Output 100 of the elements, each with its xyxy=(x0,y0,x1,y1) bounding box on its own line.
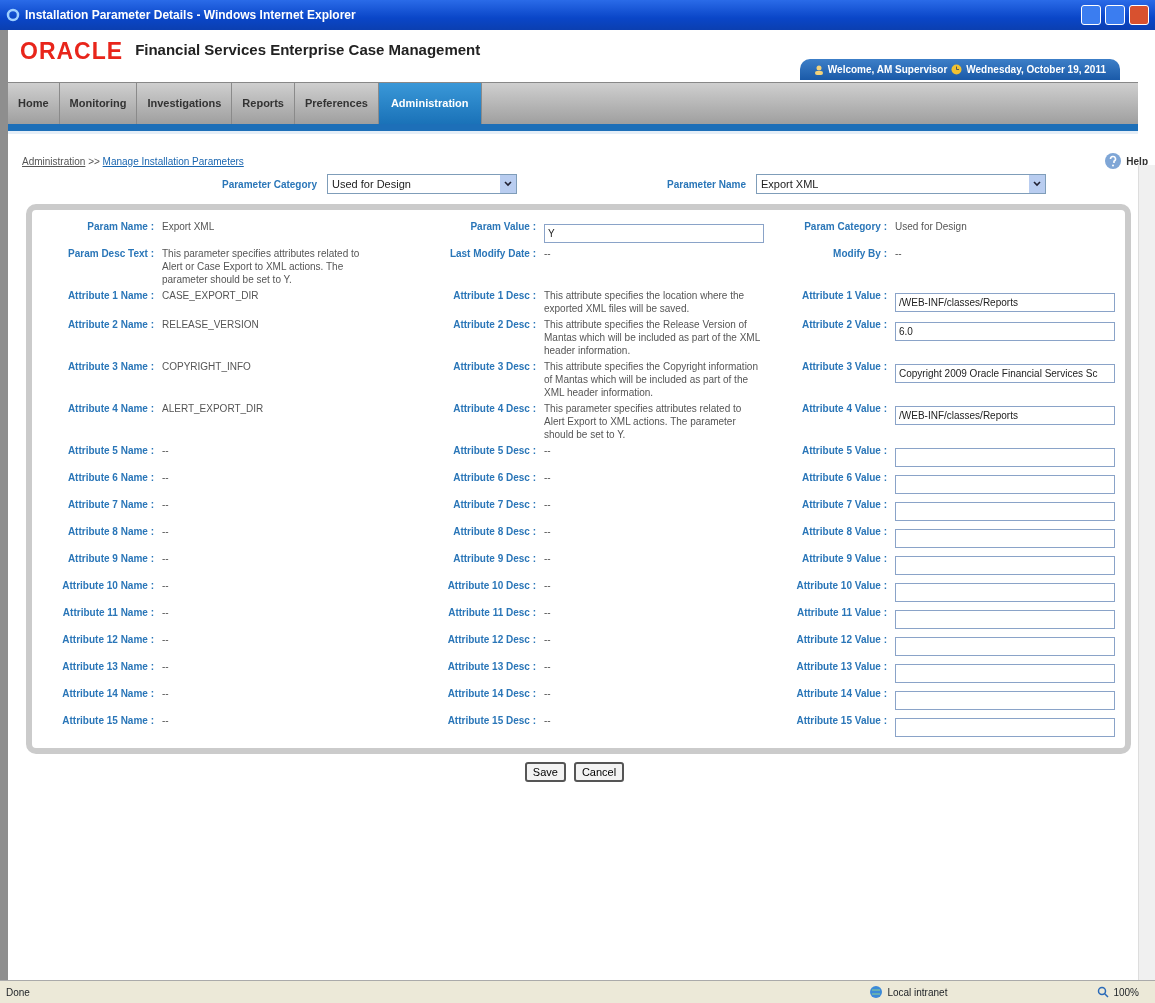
field-label: Attribute 1 Name : xyxy=(66,289,155,303)
text-input[interactable] xyxy=(895,610,1115,629)
scrollbar[interactable] xyxy=(1138,165,1155,980)
text-input[interactable] xyxy=(895,691,1115,710)
field-value: -- xyxy=(544,525,552,539)
field-label: Modify By : xyxy=(832,247,888,261)
field-label: Attribute 11 Desc : xyxy=(447,606,537,620)
field-value: This attribute specifies the Copyright information of Mantas which will be included as part of the XML header information. xyxy=(544,360,759,399)
globe-icon xyxy=(869,985,884,999)
maximize-button[interactable] xyxy=(1105,5,1125,25)
text-input[interactable]: Copyright 2009 Oracle Financial Services Sc xyxy=(895,364,1115,383)
zoom-level[interactable]: 100% xyxy=(1113,984,1139,1000)
field-value: COPYRIGHT_INFO xyxy=(162,360,252,374)
field-value: -- xyxy=(162,579,170,593)
field-value: -- xyxy=(544,498,552,512)
text-input[interactable] xyxy=(895,583,1115,602)
field-label: Param Desc Text : xyxy=(67,247,155,261)
field-label: Attribute 5 Desc : xyxy=(452,444,537,458)
field-label: Param Name : xyxy=(86,220,155,234)
field-value: -- xyxy=(162,687,170,701)
field-label: Attribute 3 Desc : xyxy=(452,360,537,374)
close-button[interactable] xyxy=(1129,5,1149,25)
field-value: -- xyxy=(544,606,552,620)
field-value: Used for Design xyxy=(895,220,968,234)
field-label: Param Category : xyxy=(803,220,888,234)
text-input[interactable] xyxy=(895,664,1115,683)
field-label: Attribute 2 Desc : xyxy=(452,318,537,332)
text-input[interactable] xyxy=(895,475,1115,494)
field-label: Attribute 9 Desc : xyxy=(452,552,537,566)
logo: ORACLE xyxy=(20,40,124,63)
action-button[interactable]: Cancel xyxy=(573,762,625,782)
field-label: Attribute 9 Name : xyxy=(66,552,155,566)
field-value: -- xyxy=(162,660,170,674)
field-value: ALERT_EXPORT_DIR xyxy=(162,402,265,416)
field-value: RELEASE_VERSION xyxy=(162,318,260,332)
field-label: Attribute 3 Name : xyxy=(66,360,155,374)
field-value: This parameter specifies attributes related to Alert or Case Export to XML actions. The parameter should be set to Y. xyxy=(162,247,361,286)
window-title: Installation Parameter Details - Windows Internet Explorer xyxy=(25,7,356,24)
field-label: Attribute 14 Desc : xyxy=(446,687,537,701)
field-label: Attribute 8 Value : xyxy=(801,525,888,539)
field-label: Last Modify Date : xyxy=(448,247,537,261)
breadcrumb-separator: >> xyxy=(87,155,101,167)
field-label: Attribute 5 Value : xyxy=(801,444,888,458)
field-label: Attribute 1 Desc : xyxy=(452,289,537,303)
help-icon[interactable] xyxy=(1104,152,1123,170)
field-label: Attribute 14 Name : xyxy=(61,687,155,701)
field-label: Attribute 7 Name : xyxy=(66,498,155,512)
field-value: -- xyxy=(162,498,170,512)
zone-text: Local intranet xyxy=(887,985,948,1000)
minimize-button[interactable] xyxy=(1081,5,1101,25)
field-label: Attribute 13 Desc : xyxy=(446,660,537,674)
zoom-icon[interactable] xyxy=(1097,986,1110,998)
field-label: Attribute 10 Desc : xyxy=(446,579,537,593)
field-value: -- xyxy=(544,444,552,458)
dropdown[interactable]: Export XML xyxy=(756,174,1046,194)
field-value: -- xyxy=(162,471,170,485)
field-value: -- xyxy=(544,714,552,728)
text-input[interactable]: /WEB-INF/classes/Reports xyxy=(895,293,1115,312)
breadcrumb-link[interactable]: Manage Installation Parameters xyxy=(102,155,244,167)
field-label: Attribute 13 Name : xyxy=(61,660,155,674)
text-input[interactable] xyxy=(895,637,1115,656)
field-value: -- xyxy=(544,471,552,485)
field-label: Attribute 7 Value : xyxy=(801,498,888,512)
help-link[interactable]: Help xyxy=(1126,153,1148,169)
field-label: Attribute 2 Value : xyxy=(801,318,888,332)
text-input[interactable]: /WEB-INF/classes/Reports xyxy=(895,406,1115,425)
filter-label: Parameter Name xyxy=(667,177,746,192)
dropdown[interactable]: Used for Design xyxy=(327,174,518,194)
breadcrumb-link[interactable]: Administration xyxy=(22,155,86,167)
text-input[interactable] xyxy=(895,448,1115,467)
field-value: Export XML xyxy=(162,220,216,234)
field-value: -- xyxy=(162,525,170,539)
welcome-text: Welcome, AM Supervisor xyxy=(827,63,948,77)
text-input[interactable] xyxy=(895,718,1115,737)
date-text: Wednesday, October 19, 2011 xyxy=(966,63,1106,77)
nav-tab[interactable]: Administration xyxy=(378,83,482,124)
status-text: Done xyxy=(6,985,30,1000)
field-value: -- xyxy=(162,714,170,728)
field-value: -- xyxy=(544,247,552,261)
action-button[interactable]: Save xyxy=(524,762,566,782)
field-value: -- xyxy=(162,444,170,458)
field-value: -- xyxy=(544,660,552,674)
text-input[interactable]: 6.0 xyxy=(895,322,1115,341)
field-value: This attribute specifies the Release Version of Mantas which will be included as part of the XML header information. xyxy=(544,318,761,357)
text-input[interactable] xyxy=(895,556,1115,575)
filter-label: Parameter Category xyxy=(222,177,318,192)
text-input[interactable] xyxy=(895,529,1115,548)
field-label: Attribute 11 Value : xyxy=(795,606,888,620)
text-input[interactable] xyxy=(895,502,1115,521)
field-label: Attribute 12 Name : xyxy=(61,633,155,647)
field-label: Attribute 6 Name : xyxy=(66,471,155,485)
text-input[interactable]: Y xyxy=(544,224,764,243)
field-value: CASE_EXPORT_DIR xyxy=(162,289,260,303)
field-label: Attribute 6 Desc : xyxy=(452,471,537,485)
clock-icon xyxy=(951,64,963,75)
field-label: Attribute 5 Name : xyxy=(66,444,155,458)
field-label: Attribute 10 Name : xyxy=(61,579,155,593)
field-label: Attribute 9 Value : xyxy=(801,552,888,566)
user-icon xyxy=(813,64,824,75)
field-label: Attribute 6 Value : xyxy=(801,471,888,485)
